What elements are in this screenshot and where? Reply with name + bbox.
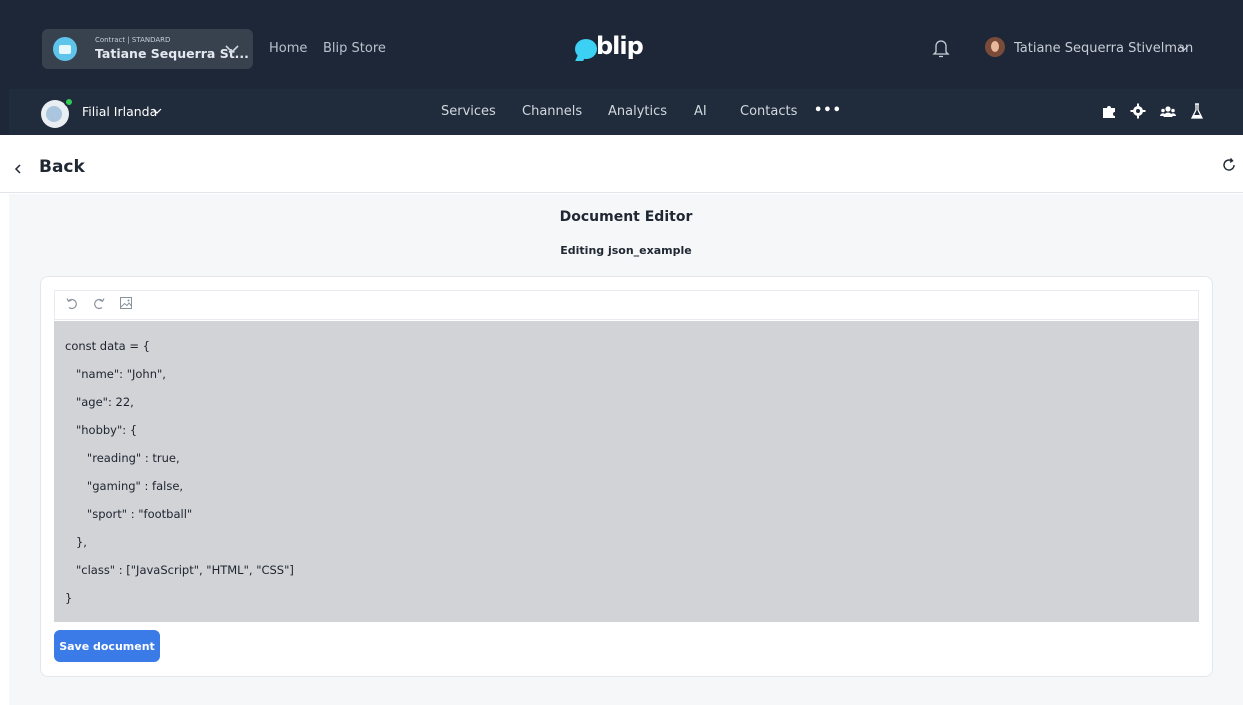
code-line: "class" : ["JavaScript", "HTML", "CSS"] [65, 563, 294, 577]
contract-caption: Contract | STANDARD [95, 36, 171, 44]
bot-name[interactable]: Filial Irlanda [82, 104, 157, 119]
gear-icon[interactable] [1130, 103, 1146, 119]
more-menu-icon[interactable]: ••• [814, 103, 842, 118]
nav-contacts[interactable]: Contacts [740, 104, 797, 119]
logo-text: blip [596, 32, 644, 60]
save-document-button[interactable]: Save document [54, 630, 160, 662]
code-line: "age": 22, [65, 395, 134, 409]
nav-analytics[interactable]: Analytics [608, 104, 667, 119]
back-button[interactable]: Back [39, 157, 85, 177]
code-line: "reading" : true, [65, 451, 180, 465]
code-line: const data = { [65, 339, 150, 353]
user-avatar[interactable] [985, 37, 1005, 57]
back-bar [0, 135, 1243, 193]
image-icon[interactable] [119, 296, 133, 310]
refresh-icon[interactable] [1221, 157, 1237, 173]
puzzle-icon[interactable] [1101, 103, 1117, 119]
online-status-dot [64, 97, 74, 107]
user-name[interactable]: Tatiane Sequerra Stivelman [1014, 41, 1193, 56]
bell-icon[interactable] [932, 38, 950, 58]
briefcase-icon [53, 37, 77, 61]
contract-selector[interactable]: Contract | STANDARD Tatiane Sequerra St.… [42, 29, 253, 69]
header-gutter [0, 89, 9, 135]
code-line: "sport" : "football" [65, 507, 193, 521]
code-line: "hobby": { [65, 423, 138, 437]
blip-logo[interactable]: blip [574, 32, 654, 64]
flask-icon[interactable] [1189, 103, 1205, 119]
chevron-down-icon[interactable] [1179, 44, 1189, 52]
code-line: "name": "John", [65, 367, 166, 381]
page-title: Document Editor [559, 209, 693, 225]
code-line: } [65, 591, 73, 605]
nav-home[interactable]: Home [269, 41, 307, 56]
code-line: "gaming" : false, [65, 479, 184, 493]
nav-services[interactable]: Services [441, 104, 496, 119]
editor-toolbar [54, 290, 1199, 320]
nav-ai[interactable]: AI [694, 104, 707, 119]
redo-icon[interactable] [92, 296, 106, 310]
nav-blip-store[interactable]: Blip Store [323, 41, 386, 56]
chevron-down-icon [225, 45, 239, 54]
chevron-down-icon[interactable] [152, 107, 162, 115]
chevron-left-icon[interactable] [13, 163, 23, 175]
code-line: }, [65, 535, 87, 549]
undo-icon[interactable] [65, 296, 79, 310]
logo-drop-icon [575, 39, 597, 59]
team-icon[interactable] [1160, 103, 1176, 119]
page-subtitle: Editing json_example [560, 244, 692, 257]
nav-channels[interactable]: Channels [522, 104, 582, 119]
